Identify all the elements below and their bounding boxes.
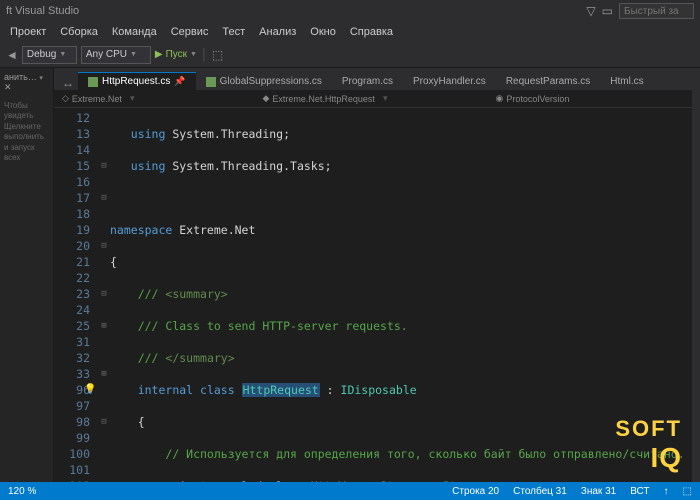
status-line: Строка 20 — [452, 486, 499, 497]
status-bar: 120 % Строка 20 Столбец 31 Знак 31 ВСТ ↑… — [0, 482, 700, 500]
tab-html[interactable]: Html.cs — [600, 73, 653, 90]
menu-bar: Проект Сборка Команда Сервис Тест Анализ… — [0, 22, 700, 42]
tab-program[interactable]: Program.cs — [332, 73, 403, 90]
code-content[interactable]: using System.Threading; using System.Thr… — [110, 108, 692, 482]
tab-nav-icon[interactable]: ↔ — [62, 76, 74, 90]
menu-project[interactable]: Проект — [4, 24, 52, 40]
fold-gutter[interactable]: ⊟⊟⊟⊟⊞⊞⊟⊞ — [98, 108, 110, 482]
menu-build[interactable]: Сборка — [54, 24, 104, 40]
menu-analyze[interactable]: Анализ — [253, 24, 302, 40]
start-button[interactable]: ▶ Пуск ▼ — [155, 49, 197, 60]
funnel-icon[interactable]: ▽ — [586, 4, 595, 18]
notification-icon[interactable]: ▭ — [602, 4, 613, 18]
status-icon[interactable]: ⬚ — [683, 486, 692, 497]
menu-help[interactable]: Справка — [344, 24, 399, 40]
tab-globalsuppressions[interactable]: GlobalSuppressions.cs — [196, 73, 332, 90]
sidebar-hint-text: Чтобы увидеть Щелкните выполнить и запус… — [4, 101, 49, 163]
title-bar: ft Visual Studio ▽ ▭ — [0, 0, 700, 22]
menu-test[interactable]: Тест — [216, 24, 251, 40]
quick-search-input[interactable] — [619, 3, 694, 19]
zoom-level[interactable]: 120 % — [8, 486, 438, 497]
breadcrumb: ◇ Extreme.Net ▾ ◆ Extreme.Net.HttpReques… — [54, 90, 692, 108]
pin-icon[interactable]: 📌 — [174, 76, 185, 87]
sidebar-item-label[interactable]: анить… ▾ ✕ — [4, 72, 49, 93]
config-dropdown[interactable]: Debug▼ — [22, 46, 77, 64]
lightbulb-icon[interactable]: 💡 — [84, 382, 96, 398]
tab-httprequest[interactable]: HttpRequest.cs📌 — [78, 72, 196, 90]
toolbar: ◄ Debug▼ Any CPU▼ ▶ Пуск ▼ │ ⬚ — [0, 42, 700, 68]
status-char: Знак 31 — [581, 486, 616, 497]
breadcrumb-member[interactable]: ◉ ProtocolVersion — [495, 93, 569, 104]
status-insert-mode: ВСТ — [630, 486, 649, 497]
app-title: ft Visual Studio — [6, 5, 79, 17]
menu-team[interactable]: Команда — [106, 24, 163, 40]
sidebar-panel: анить… ▾ ✕ Чтобы увидеть Щелкните выполн… — [0, 68, 54, 482]
platform-dropdown[interactable]: Any CPU▼ — [81, 46, 151, 64]
editor-tabs: ↔ HttpRequest.cs📌 GlobalSuppressions.cs … — [54, 68, 692, 90]
menu-service[interactable]: Сервис — [165, 24, 215, 40]
line-number-gutter: 1213141516171819202122232425313233969798… — [54, 108, 98, 482]
breadcrumb-namespace[interactable]: ◇ Extreme.Net — [62, 93, 122, 104]
status-icon[interactable]: ↑ — [664, 486, 669, 497]
menu-window[interactable]: Окно — [304, 24, 342, 40]
breadcrumb-class[interactable]: ◆ Extreme.Net.HttpRequest — [262, 93, 374, 104]
vertical-scrollbar[interactable] — [692, 68, 700, 482]
code-editor[interactable]: 1213141516171819202122232425313233969798… — [54, 108, 692, 482]
toolbar-icon[interactable]: ⬚ — [212, 48, 223, 62]
status-column: Столбец 31 — [513, 486, 567, 497]
tab-proxyhandler[interactable]: ProxyHandler.cs — [403, 73, 496, 90]
tab-requestparams[interactable]: RequestParams.cs — [496, 73, 600, 90]
nav-back-icon[interactable]: ◄ — [6, 48, 18, 62]
